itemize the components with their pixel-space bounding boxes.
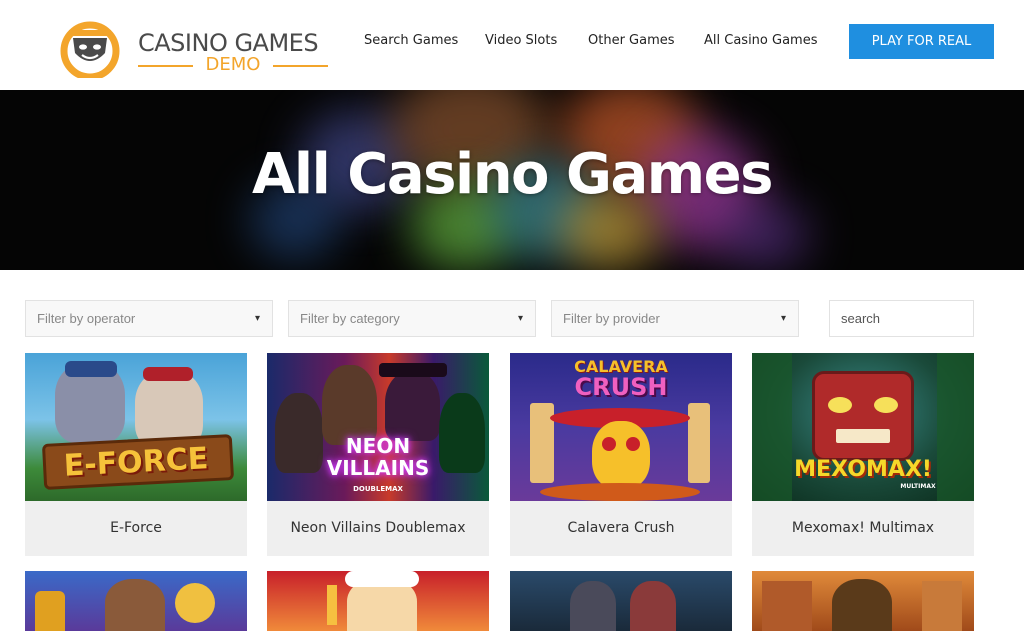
provider-filter-select[interactable]: Filter by provider ▾ xyxy=(551,300,799,337)
game-title[interactable]: Neon Villains Doublemax xyxy=(267,501,489,556)
game-thumbnail[interactable]: NEON VILLAINS DOUBLEMAX xyxy=(267,353,489,501)
game-card-e-force[interactable]: E-FORCE E-Force xyxy=(25,353,247,556)
nav-video-slots[interactable]: Video Slots xyxy=(485,33,557,48)
game-thumbnail[interactable]: MEXOMAX! MULTIMAX xyxy=(752,353,974,501)
logo-title: CASINO GAMES xyxy=(138,29,319,57)
game-art-text: MEXOMAX! xyxy=(794,457,932,482)
chevron-down-icon: ▾ xyxy=(517,313,523,324)
logo-subtitle: DEMO xyxy=(138,54,328,78)
game-card-partial[interactable] xyxy=(267,571,489,631)
operator-filter-label: Filter by operator xyxy=(37,311,136,326)
game-card-neon-villains[interactable]: NEON VILLAINS DOUBLEMAX Neon Villains Do… xyxy=(267,353,489,556)
game-card-partial[interactable] xyxy=(752,571,974,631)
game-card-calavera-crush[interactable]: CALAVERA CRUSH Calavera Crush xyxy=(510,353,732,556)
game-card-partial[interactable] xyxy=(510,571,732,631)
game-art-text: NEON VILLAINS xyxy=(326,434,430,480)
nav-search-games[interactable]: Search Games xyxy=(364,33,458,48)
site-logo[interactable]: CASINO GAMES DEMO xyxy=(59,18,334,80)
hero-banner: All Casino Games xyxy=(0,90,1024,270)
game-title[interactable]: Calavera Crush xyxy=(510,501,732,556)
game-art-text-2: CRUSH xyxy=(574,373,668,401)
game-thumbnail[interactable]: E-FORCE xyxy=(25,353,247,501)
game-card-partial[interactable] xyxy=(25,571,247,631)
game-title[interactable]: Mexomax! Multimax xyxy=(752,501,974,556)
operator-filter-select[interactable]: Filter by operator ▾ xyxy=(25,300,273,337)
game-thumbnail[interactable]: CALAVERA CRUSH xyxy=(510,353,732,501)
chevron-down-icon: ▾ xyxy=(780,313,786,324)
game-art-subtext: DOUBLEMAX xyxy=(353,485,403,493)
provider-filter-label: Filter by provider xyxy=(563,311,660,326)
mask-logo-icon xyxy=(60,21,120,78)
nav-other-games[interactable]: Other Games xyxy=(588,33,675,48)
category-filter-select[interactable]: Filter by category ▾ xyxy=(288,300,536,337)
category-filter-label: Filter by category xyxy=(300,311,400,326)
game-card-mexomax[interactable]: MEXOMAX! MULTIMAX Mexomax! Multimax xyxy=(752,353,974,556)
page-title: All Casino Games xyxy=(252,142,773,207)
search-input[interactable] xyxy=(829,300,974,337)
nav-all-casino-games[interactable]: All Casino Games xyxy=(704,33,817,48)
game-title[interactable]: E-Force xyxy=(25,501,247,556)
site-header: CASINO GAMES DEMO Search Games Video Slo… xyxy=(0,0,1024,90)
play-for-real-button[interactable]: PLAY FOR REAL xyxy=(849,24,994,59)
game-art-subtext: MULTIMAX xyxy=(900,483,936,490)
chevron-down-icon: ▾ xyxy=(254,313,260,324)
